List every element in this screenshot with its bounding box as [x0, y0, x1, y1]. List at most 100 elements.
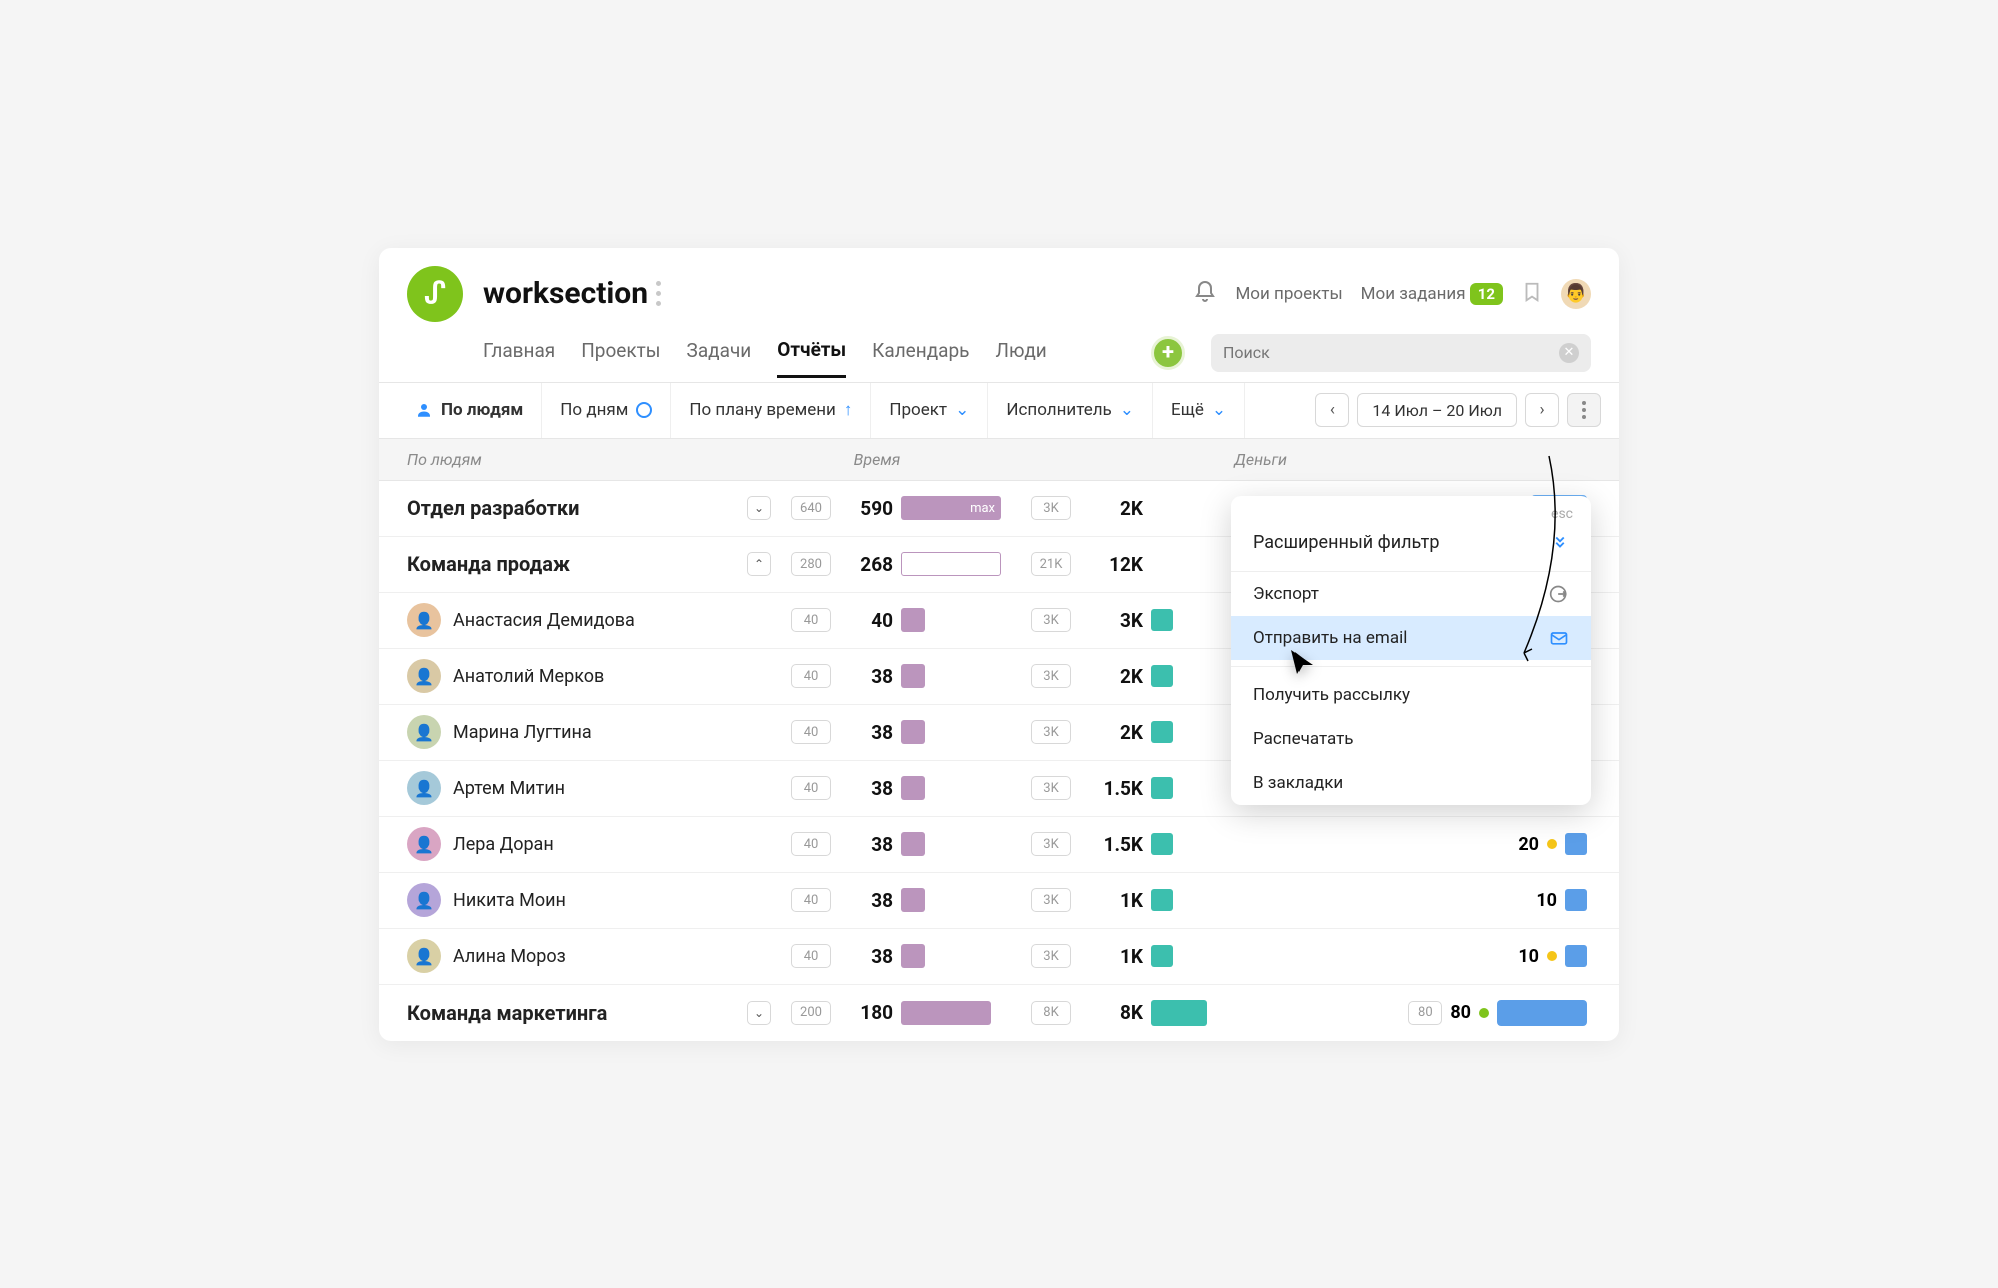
- more-menu-button[interactable]: [1567, 393, 1601, 427]
- right-bar: [1565, 833, 1587, 855]
- right-bar: [1565, 945, 1587, 967]
- collapse-toggle[interactable]: ⌃: [747, 552, 771, 576]
- time-budget: 40: [791, 944, 831, 968]
- time-bar: [901, 832, 925, 856]
- person-row[interactable]: 👤Никита Моин 40 38 3K 1K 10: [379, 873, 1619, 929]
- right-value: 10: [1518, 946, 1539, 967]
- time-bar: [901, 776, 925, 800]
- money-value: 1K: [1071, 889, 1151, 912]
- collapse-toggle[interactable]: ⌄: [747, 496, 771, 520]
- date-next-button[interactable]: ›: [1525, 393, 1559, 427]
- money-bar: [1151, 889, 1173, 911]
- person-avatar: 👤: [407, 603, 441, 637]
- money-value: 2K: [1071, 665, 1151, 688]
- right-budget: 80: [1408, 1001, 1442, 1025]
- money-value: 1.5K: [1071, 777, 1151, 800]
- person-name: Алина Мороз: [453, 946, 566, 967]
- popup-filter[interactable]: Расширенный фильтр: [1231, 522, 1591, 572]
- money-value: 2K: [1071, 497, 1151, 520]
- tab-home[interactable]: Главная: [483, 339, 555, 376]
- person-name: Анатолий Мерков: [453, 666, 604, 687]
- person-avatar: 👤: [407, 939, 441, 973]
- popup-subscribe[interactable]: Получить рассылку: [1231, 673, 1591, 717]
- tab-reports[interactable]: Отчёты: [777, 338, 846, 378]
- time-budget: 280: [791, 552, 831, 576]
- right-bar: [1565, 889, 1587, 911]
- time-value: 268: [831, 553, 901, 576]
- search-input[interactable]: [1223, 343, 1559, 362]
- time-value: 38: [831, 833, 901, 856]
- tab-tasks[interactable]: Задачи: [687, 339, 752, 376]
- filter-by-days[interactable]: По дням: [542, 383, 671, 438]
- time-value: 38: [831, 777, 901, 800]
- clear-icon[interactable]: ✕: [1559, 343, 1579, 363]
- date-prev-button[interactable]: ‹: [1315, 393, 1349, 427]
- group-row[interactable]: Команда маркетинга ⌄ 200 180 8K 8K 80 80: [379, 985, 1619, 1041]
- collapse-toggle[interactable]: ⌄: [747, 1001, 771, 1025]
- money-value: 1K: [1071, 945, 1151, 968]
- time-budget: 200: [791, 1001, 831, 1025]
- money-budget: 3K: [1031, 720, 1071, 744]
- money-budget: 8K: [1031, 1001, 1071, 1025]
- mail-icon: [1549, 628, 1569, 648]
- search-field[interactable]: ✕: [1211, 334, 1591, 372]
- time-budget: 40: [791, 832, 831, 856]
- person-name: Анастасия Демидова: [453, 610, 635, 631]
- time-value: 38: [831, 665, 901, 688]
- popup-bookmark[interactable]: В закладки: [1231, 761, 1591, 805]
- user-avatar[interactable]: 👨: [1561, 279, 1591, 309]
- filter-project[interactable]: Проект⌄: [871, 383, 988, 438]
- money-bar: [1151, 609, 1173, 631]
- popup-export[interactable]: Экспорт: [1231, 572, 1591, 616]
- time-budget: 40: [791, 888, 831, 912]
- col-people: По людям: [407, 450, 767, 469]
- money-bar: [1151, 721, 1173, 743]
- my-projects-link[interactable]: Мои проекты: [1235, 284, 1342, 304]
- status-dot: [1479, 1008, 1489, 1018]
- filter-by-plan[interactable]: По плану времени↑: [671, 383, 871, 438]
- filter-by-people[interactable]: По людям: [397, 383, 542, 438]
- bell-icon[interactable]: [1193, 280, 1217, 308]
- time-value: 40: [831, 609, 901, 632]
- app-logo[interactable]: ᔑ: [407, 266, 463, 322]
- status-dot: [1547, 951, 1557, 961]
- brand-menu-icon[interactable]: [656, 281, 661, 306]
- person-row[interactable]: 👤Алина Мороз 40 38 3K 1K 10: [379, 929, 1619, 985]
- money-value: 12K: [1071, 553, 1151, 576]
- money-bar: [1151, 833, 1173, 855]
- person-avatar: 👤: [407, 771, 441, 805]
- money-bar: [1151, 665, 1173, 687]
- money-value: 2K: [1071, 721, 1151, 744]
- export-icon: [1549, 584, 1569, 604]
- popup-email[interactable]: Отправить на email: [1231, 616, 1591, 660]
- time-bar: [901, 608, 925, 632]
- money-value: 3K: [1071, 609, 1151, 632]
- person-name: Марина Лугтина: [453, 722, 592, 743]
- filter-more[interactable]: Ещё⌄: [1153, 383, 1245, 438]
- person-avatar: 👤: [407, 715, 441, 749]
- actions-popup: esc Расширенный фильтр Экспорт Отправить…: [1231, 496, 1591, 805]
- money-budget: 3K: [1031, 776, 1071, 800]
- person-name: Артем Митин: [453, 778, 565, 799]
- money-budget: 3K: [1031, 608, 1071, 632]
- bookmark-icon[interactable]: [1521, 279, 1543, 309]
- time-bar: [901, 552, 1001, 576]
- tab-calendar[interactable]: Календарь: [872, 339, 969, 376]
- add-button[interactable]: +: [1151, 336, 1185, 370]
- filter-assignee[interactable]: Исполнитель⌄: [988, 383, 1153, 438]
- tab-projects[interactable]: Проекты: [581, 339, 660, 376]
- popup-print[interactable]: Распечатать: [1231, 717, 1591, 761]
- time-budget: 40: [791, 664, 831, 688]
- right-value: 20: [1518, 834, 1539, 855]
- popup-esc[interactable]: esc: [1231, 496, 1591, 522]
- money-value: 8K: [1071, 1001, 1151, 1024]
- time-bar: [901, 888, 925, 912]
- time-value: 38: [831, 721, 901, 744]
- person-name: Никита Моин: [453, 890, 566, 911]
- person-avatar: 👤: [407, 659, 441, 693]
- my-tasks-link[interactable]: Мои задания 12: [1361, 284, 1503, 304]
- tab-people[interactable]: Люди: [996, 339, 1047, 376]
- money-budget: 21K: [1031, 552, 1071, 576]
- date-range[interactable]: 14 Июл – 20 Июл: [1357, 393, 1517, 427]
- person-row[interactable]: 👤Лера Доран 40 38 3K 1.5K 20: [379, 817, 1619, 873]
